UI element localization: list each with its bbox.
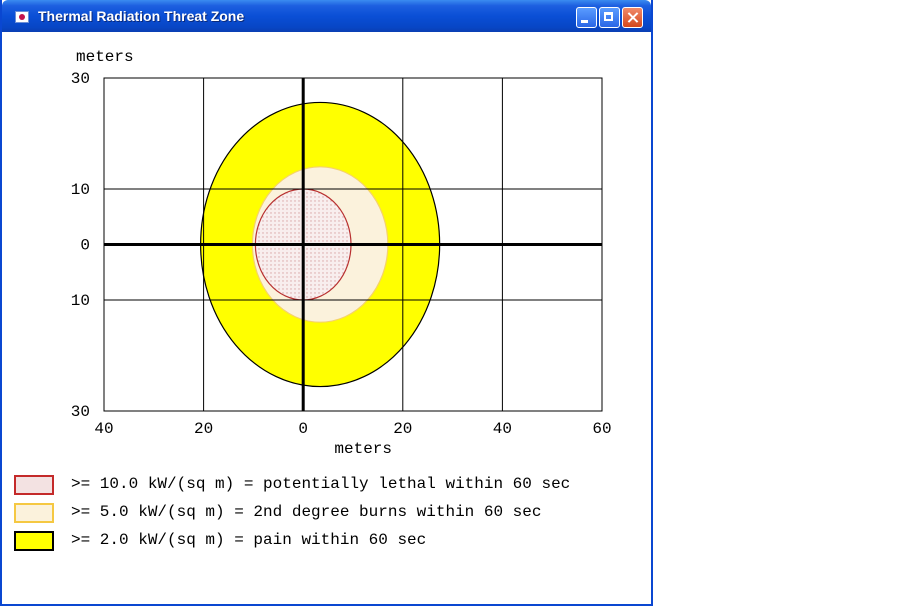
threat-zone-window: Thermal Radiation Threat Zone 40 20 0 20 40 6…: [0, 0, 653, 606]
minimize-button[interactable]: [576, 7, 597, 28]
x-tick-label: 40: [94, 420, 113, 438]
legend-swatch-pain: [14, 531, 54, 551]
y-tick-label: 30: [71, 70, 90, 88]
app-icon[interactable]: [15, 11, 29, 23]
x-tick-label: 60: [592, 420, 611, 438]
client-area: 40 20 0 20 40 60 30 10 0 10 30 meters meters >= 10.0…: [2, 32, 651, 604]
legend-swatch-lethal: [14, 475, 54, 495]
y-tick-label: 10: [71, 181, 90, 199]
maximize-button[interactable]: [599, 7, 620, 28]
y-tick-label: 30: [71, 403, 90, 421]
legend-label-lethal: >= 10.0 kW/(sq m) = potentially lethal w…: [71, 475, 571, 493]
x-tick-label: 40: [493, 420, 512, 438]
x-tick-label: 20: [194, 420, 213, 438]
legend-swatch-burns: [14, 503, 54, 523]
close-button[interactable]: [622, 7, 643, 28]
window-title: Thermal Radiation Threat Zone: [38, 8, 245, 24]
y-tick-label: 0: [80, 237, 90, 255]
y-axis-label: meters: [76, 48, 134, 66]
legend-label-pain: >= 2.0 kW/(sq m) = pain within 60 sec: [71, 531, 427, 549]
x-tick-label: 0: [298, 420, 308, 438]
title-bar[interactable]: Thermal Radiation Threat Zone: [2, 0, 651, 32]
x-tick-label: 20: [393, 420, 412, 438]
y-tick-label: 10: [71, 292, 90, 310]
legend-label-burns: >= 5.0 kW/(sq m) = 2nd degree burns with…: [71, 503, 542, 521]
x-axis-label: meters: [334, 440, 392, 458]
